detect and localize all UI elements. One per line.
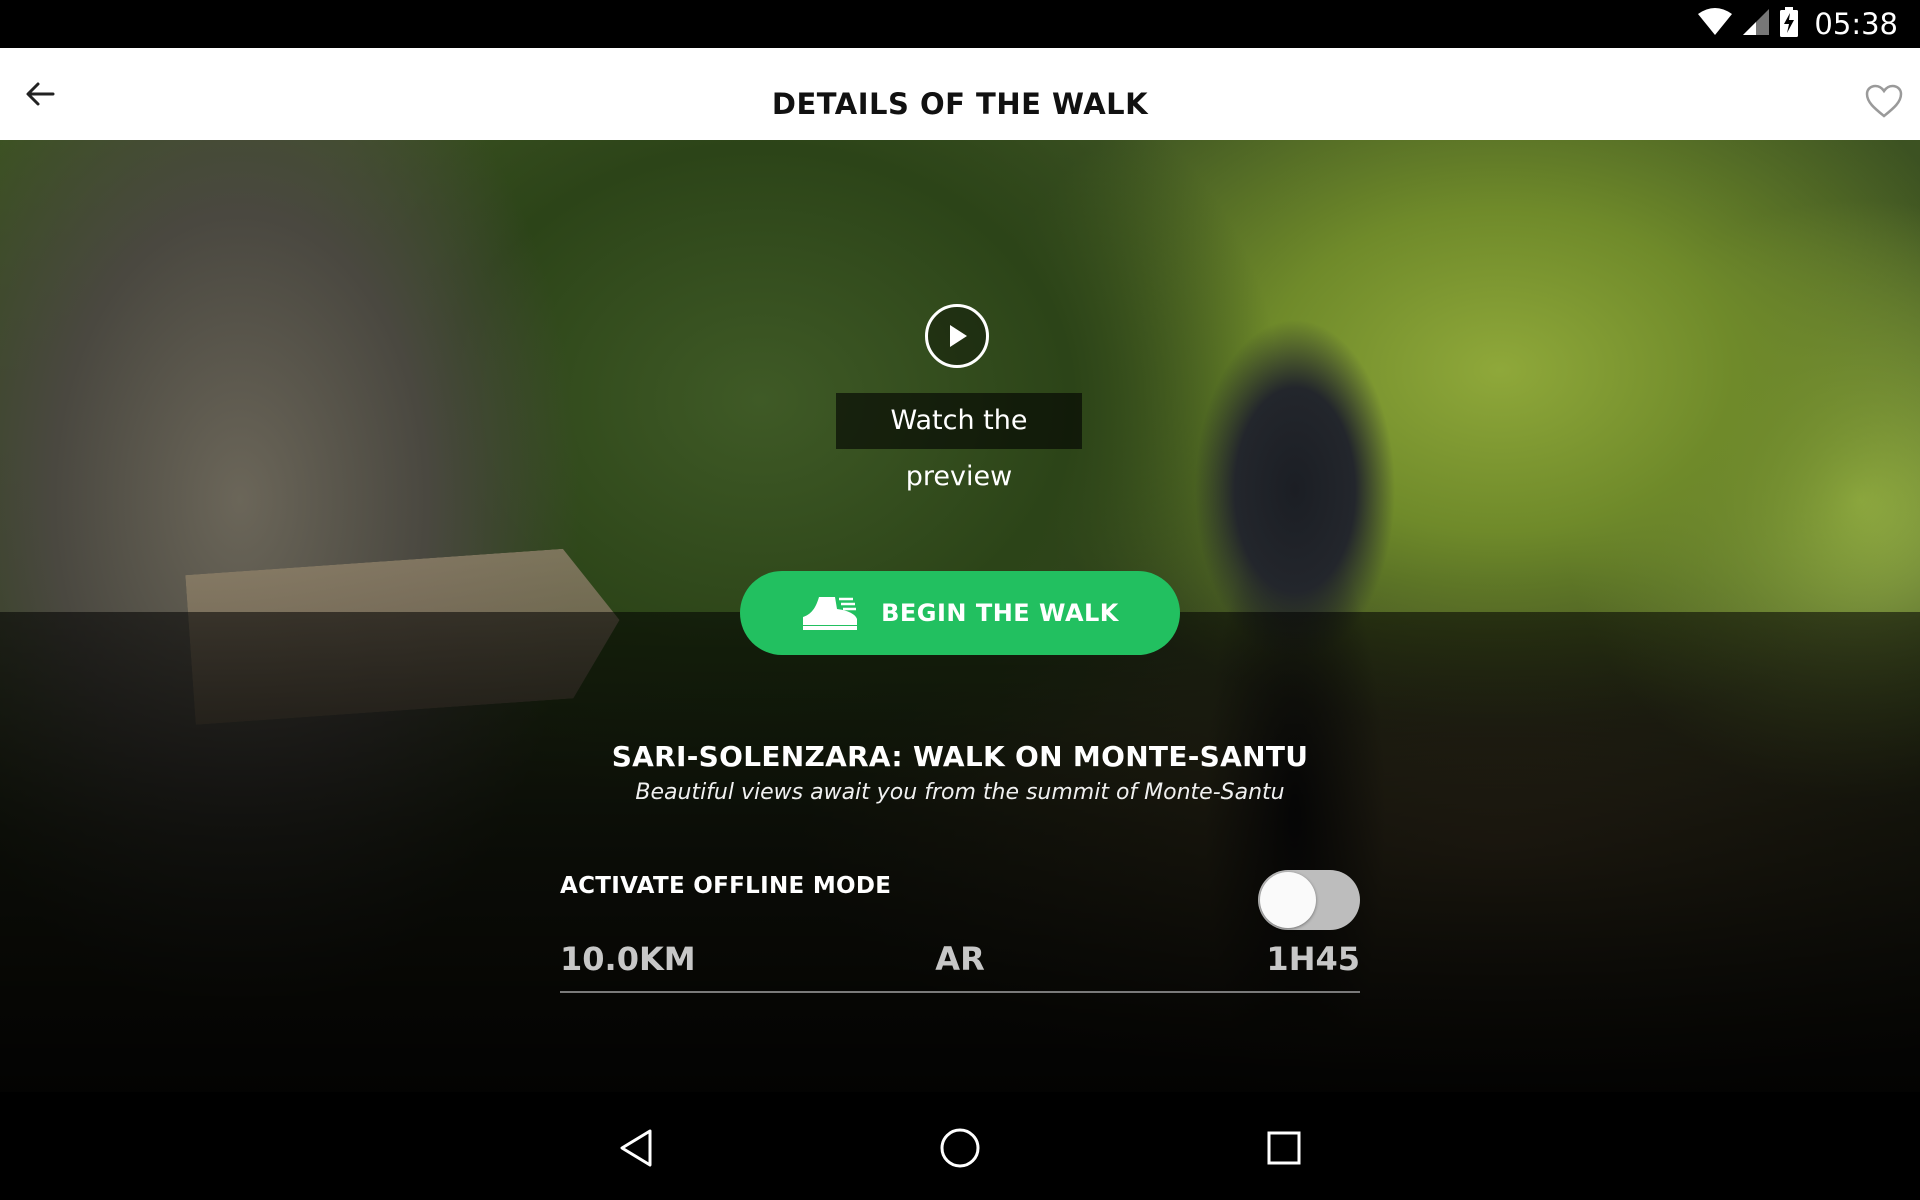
walk-title: SARI-SOLENZARA: WALK ON MONTE-SANTU: [611, 740, 1309, 773]
status-icons: 05:38: [1698, 0, 1898, 48]
hero-image: Watch the preview BEGIN THE WALK SARI-SO…: [0, 140, 1920, 1092]
offline-mode-toggle[interactable]: [1258, 868, 1360, 932]
favorite-button[interactable]: [1856, 76, 1912, 126]
signal-icon: [1742, 8, 1770, 40]
hero-overlay: [0, 612, 1920, 1092]
status-bar: 05:38: [0, 0, 1920, 48]
begin-walk-button[interactable]: BEGIN THE WALK: [740, 571, 1180, 655]
walk-subtitle: Beautiful views await you from the summi…: [635, 780, 1285, 805]
boot-icon: [803, 597, 858, 630]
offline-mode-label: ACTIVATE OFFLINE MODE: [560, 873, 892, 899]
app-bar: DETAILS OF THE WALK: [0, 48, 1920, 140]
begin-walk-label: BEGIN THE WALK: [881, 599, 1119, 627]
nav-recents-button[interactable]: [1254, 1120, 1314, 1176]
nav-home-button[interactable]: [930, 1120, 990, 1176]
battery-charging-icon: [1780, 7, 1799, 41]
back-button[interactable]: [10, 64, 70, 124]
stat-type: AR: [935, 940, 985, 978]
nav-back-icon: [620, 1129, 652, 1167]
play-button[interactable]: [925, 304, 989, 368]
toggle-thumb: [1260, 872, 1316, 928]
heart-outline-icon: [1865, 84, 1903, 118]
stat-duration: 1H45: [1266, 940, 1360, 978]
wifi-icon: [1698, 8, 1733, 40]
nav-back-button[interactable]: [606, 1120, 666, 1176]
play-icon: [950, 325, 967, 347]
status-time: 05:38: [1814, 7, 1898, 41]
watch-preview-link[interactable]: Watch the preview: [836, 393, 1082, 492]
nav-recents-icon: [1267, 1131, 1301, 1165]
page-title: DETAILS OF THE WALK: [771, 87, 1149, 121]
navigation-bar: [0, 1092, 1920, 1200]
arrow-back-icon: [26, 82, 55, 106]
divider-top: [560, 991, 1360, 993]
nav-home-icon: [940, 1128, 980, 1168]
